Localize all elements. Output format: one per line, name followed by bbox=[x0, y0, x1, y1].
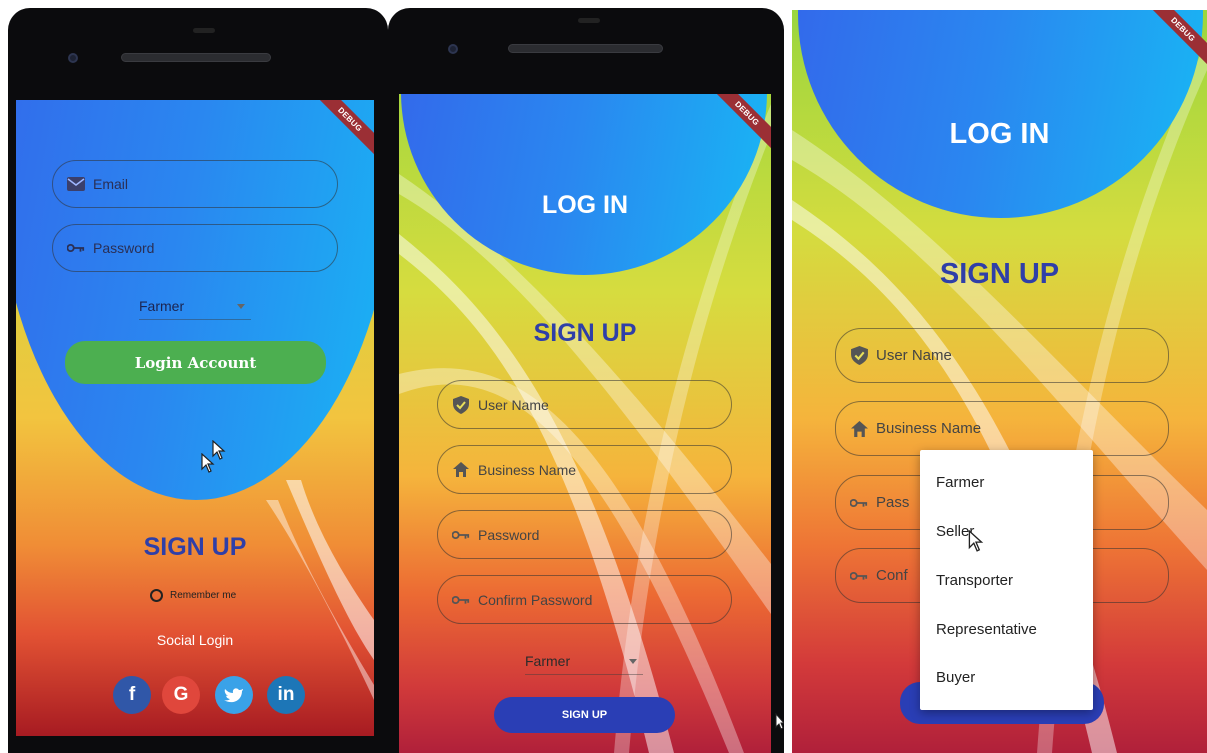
key-icon bbox=[850, 494, 868, 512]
username-placeholder: User Name bbox=[876, 347, 952, 364]
password-field[interactable]: Password bbox=[52, 224, 338, 272]
business-name-placeholder: Business Name bbox=[876, 420, 982, 437]
home-icon bbox=[850, 420, 868, 438]
login-title[interactable]: LOG IN bbox=[792, 118, 1207, 151]
mouse-cursor-icon bbox=[775, 713, 784, 730]
remember-me-radio[interactable] bbox=[150, 589, 163, 602]
confirm-password-field[interactable]: Confirm Password bbox=[437, 575, 732, 624]
linkedin-icon[interactable]: in bbox=[267, 676, 305, 714]
facebook-icon[interactable]: f bbox=[113, 676, 151, 714]
app-screen-3: DEBUG LOG IN SIGN UP User Name Business … bbox=[792, 10, 1207, 753]
key-icon bbox=[452, 591, 470, 609]
speaker bbox=[508, 44, 663, 53]
password-placeholder: Password bbox=[93, 240, 155, 256]
confirm-password-placeholder: Conf bbox=[876, 567, 908, 584]
phone-1: DEBUG Email Password Farmer Login Accoun… bbox=[8, 8, 388, 753]
confirm-password-placeholder: Confirm Password bbox=[478, 591, 593, 608]
sensor bbox=[578, 18, 600, 23]
login-account-label: Login Account bbox=[134, 353, 257, 372]
shield-check-icon bbox=[452, 395, 470, 414]
app-screen: DEBUG Email Password Farmer Login Accoun… bbox=[16, 100, 374, 736]
email-field[interactable]: Email bbox=[52, 160, 338, 208]
username-field[interactable]: User Name bbox=[835, 328, 1169, 383]
login-account-button[interactable]: Login Account bbox=[65, 341, 326, 384]
signup-button[interactable]: SIGN UP bbox=[494, 697, 675, 733]
business-name-field[interactable]: Business Name bbox=[835, 401, 1169, 456]
mouse-cursor-icon bbox=[968, 530, 984, 552]
mouse-cursor-icon bbox=[201, 453, 215, 473]
email-icon bbox=[67, 175, 85, 193]
speaker bbox=[121, 53, 271, 62]
signup-title: SIGN UP bbox=[533, 319, 637, 347]
business-name-placeholder: Business Name bbox=[478, 461, 577, 478]
google-icon[interactable]: G bbox=[162, 676, 200, 714]
camera bbox=[448, 44, 458, 54]
signup-title: SIGN UP bbox=[939, 258, 1060, 290]
email-placeholder: Email bbox=[93, 176, 129, 192]
business-name-field[interactable]: Business Name bbox=[437, 445, 732, 494]
password-placeholder: Password bbox=[478, 526, 540, 543]
camera bbox=[68, 53, 78, 63]
menu-item-buyer[interactable]: Buyer bbox=[936, 669, 975, 686]
password-placeholder: Pass bbox=[876, 494, 910, 511]
role-dropdown-value: Farmer bbox=[525, 653, 571, 669]
role-dropdown-menu: Farmer Seller Transporter Representative… bbox=[920, 450, 1093, 710]
password-field[interactable]: Password bbox=[437, 510, 732, 559]
sensor bbox=[193, 28, 215, 33]
signup-button-label: SIGN UP bbox=[561, 709, 608, 721]
role-dropdown-value: Farmer bbox=[139, 298, 185, 314]
social-login-label: Social Login bbox=[156, 632, 234, 648]
role-dropdown[interactable]: Farmer bbox=[525, 653, 643, 675]
menu-item-representative[interactable]: Representative bbox=[936, 621, 1037, 638]
shield-check-icon bbox=[850, 346, 868, 365]
menu-item-transporter[interactable]: Transporter bbox=[936, 572, 1013, 589]
menu-item-farmer[interactable]: Farmer bbox=[936, 474, 984, 491]
chevron-down-icon bbox=[237, 304, 245, 309]
login-title[interactable]: LOG IN bbox=[399, 191, 771, 220]
signup-link[interactable]: SIGN UP bbox=[16, 533, 374, 562]
phone-2: DEBUG LOG IN SIGN UP User Name Business … bbox=[388, 8, 784, 753]
remember-me-label: Remember me bbox=[170, 590, 237, 601]
username-field[interactable]: User Name bbox=[437, 380, 732, 429]
key-icon bbox=[850, 567, 868, 585]
remember-me-row[interactable]: Remember me bbox=[150, 589, 236, 602]
home-icon bbox=[452, 461, 470, 479]
app-screen: DEBUG LOG IN SIGN UP User Name Business … bbox=[399, 94, 771, 753]
chevron-down-icon bbox=[629, 659, 637, 664]
role-dropdown[interactable]: Farmer bbox=[139, 298, 251, 320]
key-icon bbox=[67, 239, 85, 257]
key-icon bbox=[452, 526, 470, 544]
username-placeholder: User Name bbox=[478, 396, 549, 413]
twitter-icon[interactable] bbox=[215, 676, 253, 714]
